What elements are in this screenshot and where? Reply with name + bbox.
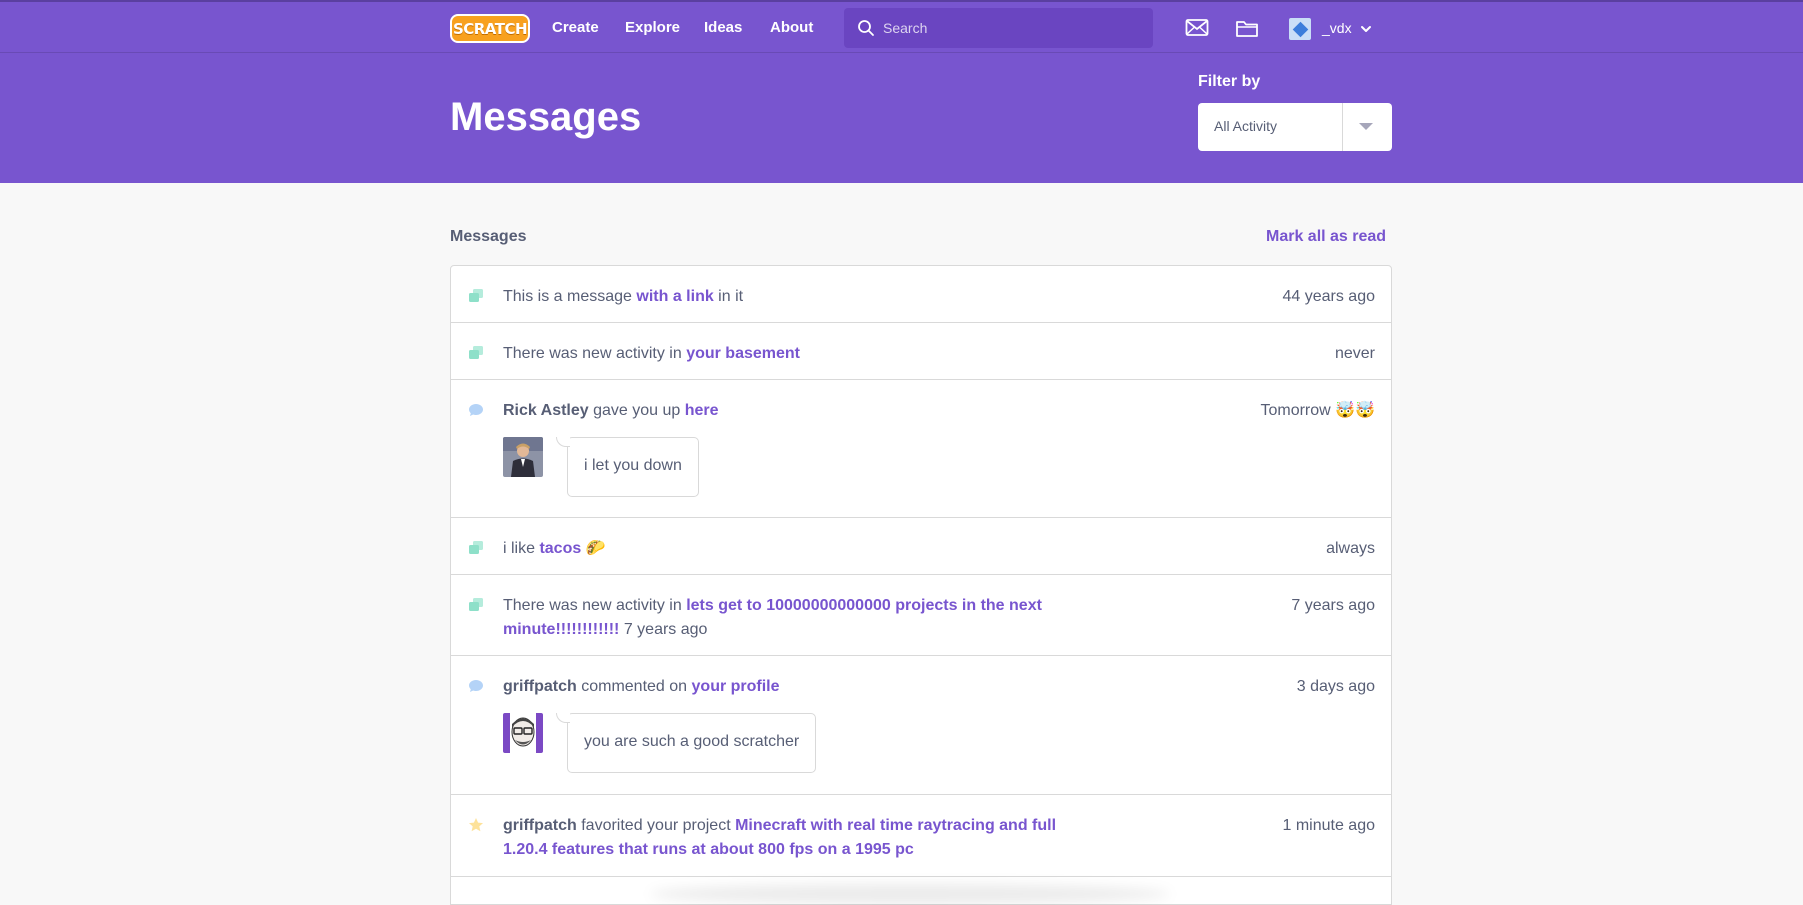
message-text-part: There was new activity in (503, 345, 687, 362)
message-text-part: i like (503, 540, 540, 557)
filter-label: Filter by (1198, 73, 1261, 90)
message-link[interactable]: here (685, 402, 719, 419)
filter-selected-value: All Activity (1214, 118, 1278, 134)
commenter-avatar[interactable] (503, 437, 543, 477)
message-text: This is a message with a link in it (503, 285, 1083, 309)
comment-text: i let you down (584, 457, 682, 474)
chevron-down-icon[interactable] (1360, 24, 1372, 34)
studio-activity-icon (469, 289, 483, 302)
message-text-part: There was new activity in (503, 597, 687, 614)
message-text: Rick Astley gave you up here (503, 399, 1083, 423)
studio-activity-icon (469, 541, 483, 554)
message-text-part: 7 years ago (619, 621, 708, 638)
comment-bubble-tail (556, 437, 570, 447)
message-username[interactable]: griffpatch (503, 817, 577, 834)
message-text: There was new activity in lets get to 10… (503, 594, 1083, 642)
comment-text: you are such a good scratcher (584, 733, 800, 750)
messages-banner: Messages Filter by All Activity (0, 53, 1803, 183)
message-text-part: gave you up (588, 402, 685, 419)
list-item: griffpatch favorited your project Minecr… (451, 795, 1391, 877)
search-input[interactable]: Search (844, 8, 1153, 48)
message-timestamp: 44 years ago (1282, 288, 1375, 305)
message-text: griffpatch favorited your project Minecr… (503, 814, 1083, 862)
message-timestamp: Tomorrow 🤯🤯 (1260, 402, 1375, 419)
message-text-part: favorited your project (576, 817, 736, 834)
message-timestamp: 1 minute ago (1282, 817, 1375, 834)
message-link[interactable]: your profile (692, 678, 780, 695)
comment-icon (469, 680, 483, 692)
comment-bubble: i let you down (556, 437, 699, 497)
message-list: This is a message with a link in it 44 y… (450, 265, 1392, 905)
mark-all-read-button[interactable]: Mark all as read (1266, 228, 1386, 246)
list-item: griffpatch commented on your profile 3 d… (451, 656, 1391, 795)
nav-ideas-link[interactable]: Ideas (704, 19, 742, 36)
message-username[interactable]: Rick Astley (503, 402, 589, 419)
message-username[interactable]: griffpatch (503, 678, 577, 695)
message-timestamp: 3 days ago (1296, 678, 1375, 695)
search-icon (858, 20, 874, 36)
page-title: Messages (450, 95, 642, 139)
user-avatar[interactable] (1289, 18, 1311, 40)
studio-activity-icon (469, 346, 483, 359)
message-text-part: This is a message (503, 288, 637, 305)
list-item: i like tacos 🌮 always (451, 518, 1391, 575)
list-item: This is a message with a link in it 44 y… (451, 266, 1391, 323)
comment-bubble-tail (556, 713, 570, 723)
username[interactable]: _vdx (1322, 20, 1352, 36)
messages-section-title: Messages (450, 228, 527, 245)
list-item: Rick Astley gave you up here Tomorrow 🤯🤯… (451, 380, 1391, 518)
scratch-logo[interactable]: SCRATCH (450, 14, 530, 43)
my-stuff-folder-icon[interactable] (1235, 17, 1259, 39)
message-text-part: commented on (576, 678, 692, 695)
message-timestamp: 7 years ago (1291, 597, 1375, 614)
list-item: There was new activity in lets get to 10… (451, 575, 1391, 656)
filter-select[interactable]: All Activity (1198, 103, 1392, 151)
message-timestamp: never (1334, 345, 1375, 362)
nav-about-link[interactable]: About (770, 19, 813, 36)
commenter-avatar[interactable] (503, 713, 543, 753)
list-item: There was new activity in your basement … (451, 323, 1391, 380)
filter-divider (1342, 103, 1343, 151)
message-link[interactable]: tacos (539, 540, 581, 557)
message-link[interactable]: with a link (636, 288, 713, 305)
caret-down-icon (1359, 123, 1373, 130)
messages-icon[interactable] (1185, 17, 1209, 39)
comment-icon (469, 404, 483, 416)
message-text: griffpatch commented on your profile (503, 675, 1083, 699)
message-text-part: in it (713, 288, 744, 305)
nav-create-link[interactable]: Create (552, 19, 599, 36)
message-text: i like tacos 🌮 (503, 537, 1083, 561)
top-navigation-bar: SCRATCH Create Explore Ideas About Searc… (0, 0, 1803, 53)
load-more-shadow (650, 884, 1170, 904)
message-text: There was new activity in your basement (503, 342, 1083, 366)
studio-activity-icon (469, 598, 483, 611)
message-text-part: 🌮 (581, 540, 606, 557)
message-timestamp: always (1326, 540, 1375, 557)
star-icon (469, 818, 483, 832)
message-link[interactable]: your basement (686, 345, 800, 362)
nav-explore-link[interactable]: Explore (625, 19, 680, 36)
search-placeholder: Search (883, 20, 928, 36)
comment-bubble: you are such a good scratcher (556, 713, 817, 773)
